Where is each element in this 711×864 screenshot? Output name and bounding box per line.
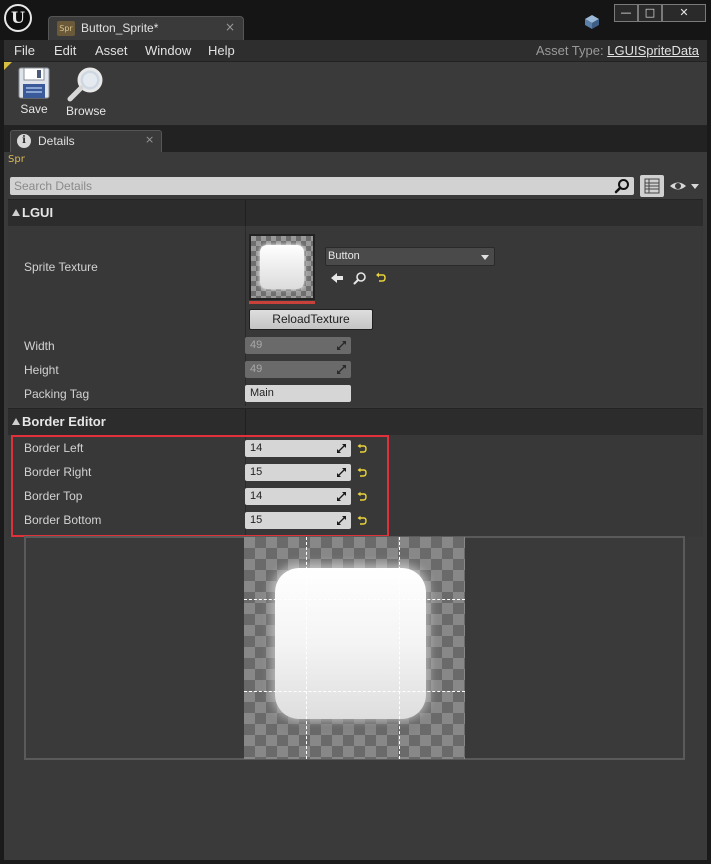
border-top-guide[interactable] <box>244 599 465 600</box>
border-bottom-label: Border Bottom <box>24 513 102 527</box>
reset-to-default-icon[interactable] <box>356 467 368 479</box>
column-splitter[interactable] <box>245 200 246 227</box>
border-left-guide[interactable] <box>306 537 307 759</box>
packing-tag-input[interactable]: Main <box>245 385 351 402</box>
drag-handle-icon[interactable] <box>336 491 347 502</box>
border-right-guide[interactable] <box>399 537 400 759</box>
border-right-input[interactable]: 15 <box>245 464 351 481</box>
toolbar: Save Browse <box>4 62 707 126</box>
asset-type: Asset Type: LGUISpriteData <box>536 43 699 58</box>
list-view-icon <box>644 178 660 194</box>
asset-type-link[interactable]: LGUISpriteData <box>607 43 699 58</box>
drag-handle-icon[interactable] <box>336 467 347 478</box>
sprite-texture-asset-name: Button <box>328 250 360 262</box>
sprite-texture-asset-picker[interactable]: Button <box>325 247 495 266</box>
browse-label: Browse <box>65 104 106 118</box>
search-box <box>10 177 634 195</box>
border-right-value: 15 <box>250 466 263 478</box>
height-value: 49 <box>250 363 263 375</box>
category-lgui[interactable]: LGUI <box>8 199 703 227</box>
collapse-arrow-icon <box>12 418 20 425</box>
search-icon[interactable] <box>614 178 630 194</box>
packing-tag-value: Main <box>250 387 274 399</box>
border-top-label: Border Top <box>24 489 83 503</box>
chevron-down-icon <box>481 255 489 260</box>
button-texture-preview <box>260 245 304 289</box>
category-border-editor-label: Border Editor <box>22 414 106 429</box>
info-icon: i <box>17 134 31 148</box>
collapse-arrow-icon <box>12 209 20 216</box>
height-field: 49 <box>245 361 351 378</box>
reset-to-default-icon[interactable] <box>356 443 368 455</box>
border-left-label: Border Left <box>24 441 84 455</box>
drag-handle-icon <box>337 365 346 374</box>
menu-window[interactable]: Window <box>145 43 191 58</box>
reset-to-default-icon[interactable] <box>356 491 368 503</box>
reset-to-default-icon[interactable] <box>356 515 368 527</box>
sprite-texture-thumbnail[interactable] <box>249 234 315 304</box>
size-properties: Width Height Packing Tag <box>8 333 703 406</box>
view-options-eye-icon[interactable] <box>668 178 700 194</box>
object-name-label: Spr <box>8 154 25 165</box>
magnifier-icon <box>67 67 103 102</box>
close-tab-icon[interactable]: × <box>225 20 235 34</box>
border-right-label: Border Right <box>24 465 92 479</box>
drag-handle-icon[interactable] <box>336 443 347 454</box>
border-bottom-guide[interactable] <box>244 691 465 692</box>
close-details-tab-icon[interactable]: × <box>145 133 154 146</box>
border-top-value: 14 <box>250 490 263 502</box>
menu-asset[interactable]: Asset <box>95 43 128 58</box>
width-field: 49 <box>245 337 351 354</box>
border-bottom-input[interactable]: 15 <box>245 512 351 529</box>
document-tab[interactable]: Spr Button_Sprite* × <box>48 16 244 40</box>
texture-type-bar <box>249 301 315 304</box>
border-top-input[interactable]: 14 <box>245 488 351 505</box>
details-tab[interactable]: i Details × <box>10 130 162 152</box>
maximize-button[interactable]: □ <box>638 4 662 22</box>
border-left-value: 14 <box>250 442 263 454</box>
minimize-button[interactable]: — <box>614 4 638 22</box>
search-details-input[interactable] <box>14 177 610 195</box>
column-splitter[interactable] <box>245 409 246 436</box>
border-preview-canvas[interactable] <box>244 537 465 759</box>
width-label: Width <box>24 339 55 353</box>
menu-file[interactable]: File <box>14 43 35 58</box>
save-button[interactable]: Save <box>7 66 61 122</box>
browse-to-asset-icon[interactable] <box>353 271 367 285</box>
button-sprite-preview <box>275 568 426 719</box>
reset-to-default-icon[interactable] <box>374 271 388 285</box>
category-border-editor[interactable]: Border Editor <box>8 408 703 436</box>
drag-handle-icon[interactable] <box>336 515 347 526</box>
menu-bar: File Edit Asset Window Help Asset Type: … <box>4 40 707 62</box>
border-left-input[interactable]: 14 <box>245 440 351 457</box>
reload-texture-button[interactable]: ReloadTexture <box>249 309 373 330</box>
panel-tab-strip: i Details × <box>4 126 707 152</box>
cube-icon[interactable] <box>584 14 600 30</box>
height-label: Height <box>24 363 59 377</box>
sprite-asset-icon: Spr <box>57 21 75 36</box>
save-label: Save <box>20 102 48 116</box>
asset-type-label: Asset Type: <box>535 43 604 58</box>
border-bottom-value: 15 <box>250 514 263 526</box>
title-bar: U Spr Button_Sprite* × — □ ✕ <box>0 0 711 40</box>
menu-help[interactable]: Help <box>208 43 235 58</box>
close-window-button[interactable]: ✕ <box>662 4 706 22</box>
details-tab-label: Details <box>38 134 75 148</box>
unreal-logo-icon[interactable]: U <box>4 4 32 32</box>
sprite-texture-label: Sprite Texture <box>24 260 98 274</box>
use-selected-asset-arrow-icon[interactable] <box>330 271 344 285</box>
category-lgui-label: LGUI <box>22 205 54 220</box>
width-value: 49 <box>250 339 263 351</box>
browse-button[interactable]: Browse <box>59 66 113 122</box>
save-icon <box>18 67 50 99</box>
drag-handle-icon <box>337 341 346 350</box>
property-matrix-button[interactable] <box>640 175 664 197</box>
document-tab-title: Button_Sprite* <box>81 21 159 35</box>
menu-edit[interactable]: Edit <box>54 43 76 58</box>
packing-tag-label: Packing Tag <box>24 387 90 401</box>
